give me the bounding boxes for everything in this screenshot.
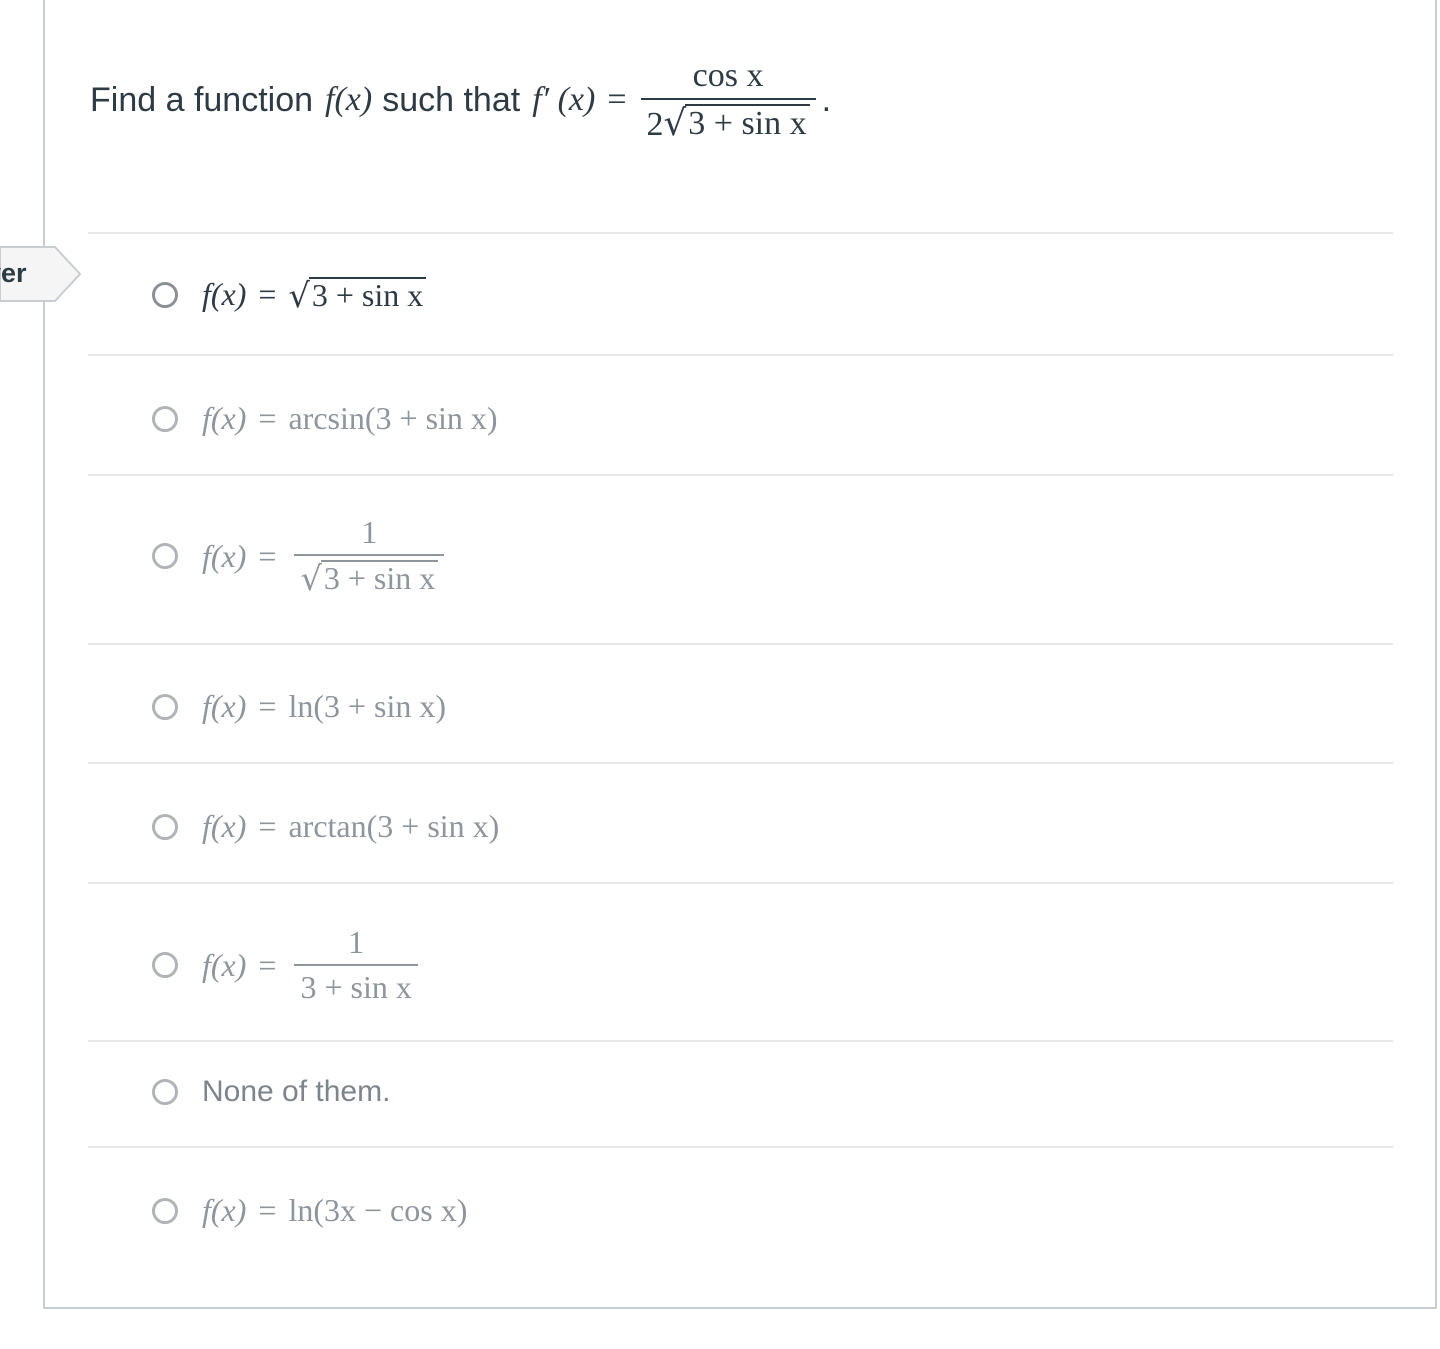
option-sqrt: √ 3 + sin x <box>288 276 427 313</box>
option-lhs: f(x) <box>202 537 247 574</box>
option-lhs: f(x) <box>202 808 247 844</box>
option-rhs: arctan(3 + sin x) <box>288 808 500 844</box>
radio-button[interactable] <box>152 1079 178 1105</box>
option-equals: = <box>258 946 277 983</box>
option-6[interactable]: f(x) = 1 3 + sin x <box>152 924 424 1006</box>
radio-button[interactable] <box>152 693 178 720</box>
option-equals: = <box>258 1192 277 1228</box>
radio-button[interactable] <box>152 1197 178 1224</box>
denominator-radicand: 3 + sin x <box>685 104 810 142</box>
question-denominator: 2 √ 3 + sin x <box>641 100 816 143</box>
question-period: . <box>821 80 832 119</box>
divider <box>88 354 1393 356</box>
option-equals: = <box>258 276 277 312</box>
option-numerator: 1 <box>348 924 365 960</box>
divider <box>88 643 1393 645</box>
radio-button[interactable] <box>152 813 178 840</box>
question-numerator: cos x <box>692 56 764 94</box>
option-radicand: 3 + sin x <box>320 560 439 596</box>
option-denominator: √ 3 + sin x <box>294 556 444 597</box>
divider <box>88 1146 1393 1148</box>
option-lhs: f(x) <box>202 276 247 312</box>
option-equals: = <box>258 688 277 724</box>
question-fx: f(x) <box>325 81 373 118</box>
option-7[interactable]: None of them. <box>152 1075 390 1109</box>
option-denominator: 3 + sin x <box>300 969 412 1006</box>
radio-button[interactable] <box>152 281 178 308</box>
option-lhs: f(x) <box>202 1192 247 1228</box>
option-rhs: ln(3x − cos x) <box>288 1192 468 1228</box>
option-radicand: 3 + sin x <box>308 276 427 313</box>
question-prefix: Find a function <box>90 80 314 119</box>
answer-tab-label: ver <box>0 258 27 288</box>
option-fraction: 1 √ 3 + sin x <box>294 514 445 597</box>
question-text: Find a function f(x) such that f′ (x) = … <box>90 50 831 150</box>
option-sqrt: √ 3 + sin x <box>300 560 439 596</box>
question-fprime: f′ (x) <box>532 81 596 118</box>
divider <box>88 474 1393 476</box>
divider <box>88 1040 1393 1042</box>
option-lhs: f(x) <box>202 946 247 983</box>
question-card <box>43 0 1437 1309</box>
option-rhs: arcsin(3 + sin x) <box>288 400 498 436</box>
option-fraction: 1 3 + sin x <box>294 924 418 1006</box>
option-8[interactable]: f(x) = ln(3x − cos x) <box>152 1192 467 1229</box>
question-fraction: cos x 2 √ 3 + sin x <box>640 56 816 144</box>
option-rhs: ln(3 + sin x) <box>288 688 447 724</box>
question-equals: = <box>607 81 627 118</box>
option-equals: = <box>258 537 277 574</box>
option-3[interactable]: f(x) = 1 √ 3 + sin x <box>152 514 450 597</box>
question-middle: such that <box>382 80 521 119</box>
option-lhs: f(x) <box>202 400 247 436</box>
option-lhs: f(x) <box>202 688 247 724</box>
option-1[interactable]: f(x) = √ 3 + sin x <box>152 276 427 313</box>
sqrt-symbol: √ 3 + sin x <box>664 104 810 142</box>
divider <box>88 232 1393 234</box>
radio-button[interactable] <box>152 543 178 570</box>
radio-button[interactable] <box>152 405 178 432</box>
divider <box>88 882 1393 884</box>
option-text: None of them. <box>202 1075 391 1108</box>
answer-tab: ver <box>0 246 82 302</box>
divider <box>88 762 1393 764</box>
option-equals: = <box>258 808 277 844</box>
option-equals: = <box>258 400 277 436</box>
radio-button[interactable] <box>152 952 178 979</box>
option-2[interactable]: f(x) = arcsin(3 + sin x) <box>152 400 498 437</box>
option-5[interactable]: f(x) = arctan(3 + sin x) <box>152 808 499 845</box>
denominator-coefficient: 2 <box>646 105 664 143</box>
option-numerator: 1 <box>361 514 378 550</box>
option-4[interactable]: f(x) = ln(3 + sin x) <box>152 688 446 725</box>
